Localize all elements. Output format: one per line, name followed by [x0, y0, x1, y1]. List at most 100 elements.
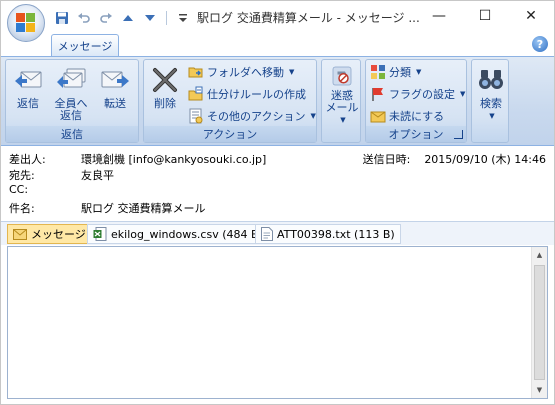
options-group: 分類 ▼ フラグの設定 ▼ 未読にする オプション	[365, 59, 467, 143]
attachment-label: ATT00398.txt (113 B)	[277, 227, 395, 241]
previous-item-icon[interactable]	[119, 10, 137, 26]
mark-unread-button[interactable]: 未読にする	[370, 106, 444, 126]
other-actions-button[interactable]: その他のアクション ▼	[188, 106, 316, 126]
search-label: 検索	[480, 97, 502, 110]
ribbon-tab-row: メッセージ ?	[1, 34, 554, 56]
binoculars-icon	[479, 70, 503, 89]
from-row: 差出人: 環境創機 [info@kankyosouki.co.jp]	[9, 151, 266, 167]
envelope-icon	[13, 228, 27, 240]
attachment-label: メッセージ	[31, 228, 86, 241]
vertical-scrollbar[interactable]: ▲ ▼	[531, 247, 547, 398]
text-file-icon	[261, 227, 273, 241]
follow-up-label: フラグの設定	[389, 88, 455, 101]
delete-button[interactable]: 削除	[148, 64, 182, 126]
quick-access-toolbar	[53, 9, 192, 27]
scroll-down-icon[interactable]: ▼	[532, 382, 547, 398]
move-to-folder-button[interactable]: フォルダへ移動 ▼	[188, 62, 294, 82]
categorize-label: 分類	[389, 66, 411, 79]
ribbon: 返信 全員へ 返信 転送 返信 削除 フォルダへ移動 ▼ 仕分けルールの作成 そ…	[1, 56, 554, 146]
scroll-up-icon[interactable]: ▲	[532, 247, 547, 263]
reply-group-label: 返信	[6, 126, 138, 142]
scroll-thumb[interactable]	[534, 265, 545, 380]
next-item-icon[interactable]	[141, 10, 159, 26]
junk-mail-icon	[332, 66, 352, 86]
flag-icon	[372, 88, 383, 101]
actions-group: 削除 フォルダへ移動 ▼ 仕分けルールの作成 その他のアクション ▼ アクション	[143, 59, 317, 143]
save-icon[interactable]	[53, 10, 71, 26]
options-dialog-launcher[interactable]	[454, 130, 463, 139]
to-label: 宛先:	[9, 169, 35, 182]
reply-label: 返信	[17, 97, 39, 110]
to-row: 宛先: 友良平	[9, 167, 114, 183]
redo-icon[interactable]	[97, 10, 115, 26]
options-group-label: オプション	[366, 126, 466, 142]
other-actions-icon	[189, 108, 203, 124]
delete-label: 削除	[154, 97, 176, 110]
attachment-txt[interactable]: ATT00398.txt (113 B)	[255, 224, 401, 244]
qat-separator	[166, 11, 167, 25]
forward-label: 転送	[104, 97, 126, 110]
attachment-label: ekilog_windows.csv (484 B)	[111, 227, 263, 241]
reply-all-icon	[57, 68, 86, 88]
excel-file-icon	[93, 227, 107, 241]
office-button[interactable]	[7, 4, 45, 42]
cc-label: CC:	[9, 183, 29, 196]
follow-up-button[interactable]: フラグの設定 ▼	[370, 84, 465, 104]
reply-all-button[interactable]: 全員へ 返信	[50, 64, 92, 126]
message-headers: 差出人: 環境創機 [info@kankyosouki.co.jp] 宛先: 友…	[1, 147, 554, 219]
undo-icon[interactable]	[75, 10, 93, 26]
sent-value: 2015/09/10 (木) 14:46	[424, 153, 546, 166]
maximize-button[interactable]: ☐	[462, 1, 508, 31]
from-label: 差出人:	[9, 153, 46, 166]
reply-icon	[15, 71, 42, 88]
office-logo-icon	[16, 13, 36, 33]
junk-mail-button[interactable]: 迷惑 メール ▼	[324, 64, 360, 126]
reply-button[interactable]: 返信	[10, 64, 46, 126]
sent-label: 送信日時:	[362, 153, 411, 166]
minimize-button[interactable]: —	[416, 1, 462, 31]
chevron-down-icon: ▼	[310, 112, 316, 120]
find-group: 検索 ▼	[471, 59, 509, 143]
help-icon[interactable]: ?	[532, 36, 548, 52]
reply-group: 返信 全員へ 返信 転送 返信	[5, 59, 139, 143]
actions-group-label: アクション	[144, 126, 316, 142]
from-value[interactable]: 環境創機 [info@kankyosouki.co.jp]	[81, 151, 266, 167]
junk-group: 迷惑 メール ▼	[321, 59, 361, 143]
chevron-down-icon: ▼	[489, 112, 495, 120]
close-button[interactable]: ✕	[508, 1, 554, 31]
message-window: 駅ログ 交通費精算メール - メッセージ ... — ☐ ✕ メッセージ ? 返…	[0, 0, 555, 405]
tab-message[interactable]: メッセージ	[51, 34, 119, 56]
subject-label: 件名:	[9, 202, 35, 215]
unread-envelope-icon	[370, 111, 386, 123]
create-rule-icon	[188, 86, 203, 101]
move-to-folder-label: フォルダへ移動	[207, 66, 284, 79]
to-value[interactable]: 友良平	[81, 167, 114, 183]
message-body[interactable]: ▲ ▼	[7, 246, 548, 399]
other-actions-label: その他のアクション	[207, 110, 306, 123]
create-rule-button[interactable]: 仕分けルールの作成	[188, 84, 306, 104]
categorize-icon	[371, 65, 385, 79]
subject-value: 駅ログ 交通費精算メール	[81, 202, 206, 215]
chevron-down-icon: ▼	[340, 116, 346, 124]
junk-mail-label-2: メール	[325, 101, 359, 114]
search-button[interactable]: 検索 ▼	[474, 64, 508, 126]
subject-row: 件名: 駅ログ 交通費精算メール	[9, 200, 206, 216]
move-to-folder-icon	[188, 67, 203, 78]
chevron-down-icon: ▼	[289, 68, 295, 76]
reply-all-label-2: 返信	[60, 109, 82, 122]
title-bar: 駅ログ 交通費精算メール - メッセージ ... — ☐ ✕	[1, 1, 554, 34]
categorize-button[interactable]: 分類 ▼	[370, 62, 421, 82]
forward-button[interactable]: 転送	[96, 64, 134, 126]
forward-icon	[101, 71, 129, 88]
attachment-message[interactable]: メッセージ	[7, 224, 92, 244]
chevron-down-icon: ▼	[416, 68, 422, 76]
cc-row: CC:	[9, 183, 81, 199]
attachment-bar: メッセージ ekilog_windows.csv (484 B) ATT0039…	[1, 221, 554, 245]
mark-unread-label: 未読にする	[389, 110, 445, 123]
customize-qat-icon[interactable]	[174, 10, 192, 26]
attachment-csv[interactable]: ekilog_windows.csv (484 B)	[87, 224, 269, 244]
window-title: 駅ログ 交通費精算メール - メッセージ ...	[197, 11, 420, 25]
delete-icon	[153, 68, 177, 92]
chevron-down-icon: ▼	[460, 90, 466, 98]
create-rule-label: 仕分けルールの作成	[207, 88, 306, 101]
